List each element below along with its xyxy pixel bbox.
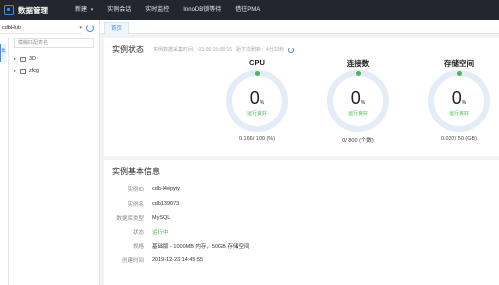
database-icon (20, 68, 26, 74)
info-row-instance-id: 实例ID cdb-l4epyiy (112, 184, 180, 194)
gauge-state: 运行良好 (347, 111, 368, 117)
info-label: 实例名 (127, 202, 144, 208)
metric-title: 存储空间 (444, 59, 474, 68)
database-tree: ▸ 3D ▸ zfcg (14, 53, 96, 77)
gauge-number: 0 (451, 88, 462, 108)
tree-item-label: zfcg (29, 68, 40, 74)
gauge-indicator (254, 70, 260, 76)
table-filter-input[interactable]: 模糊匹配表名 (14, 38, 94, 48)
info-row-instance-name: 实例名 cdb139073 (112, 199, 179, 209)
info-row-db-type: 数据库类型 MySQL (112, 213, 170, 223)
refresh-icon[interactable] (86, 24, 94, 32)
gauge-state: 运行良好 (246, 111, 267, 117)
metric-connections: 连接数 0% 运行良好 0/ 800 (个数) (323, 58, 393, 144)
gauge-unit: % (259, 100, 265, 106)
tabs-bar: 首页 (100, 20, 499, 34)
metric-cpu: CPU 0% 运行良好 0.166/ 100 (%) (222, 58, 292, 142)
info-row-created: 创建时间 2019-12-23 14:45:55 (112, 255, 203, 265)
refresh-countdown: 距下次刷新：4分20秒 (236, 47, 285, 53)
app-title: 数据管理 (18, 5, 48, 15)
chevron-down-icon: ▾ (79, 25, 82, 31)
info-value: cdb-l4epyiy (152, 186, 180, 192)
database-icon (20, 56, 26, 62)
collected-time: 03-06 15:08:16 (198, 46, 233, 53)
gauge-indicator (355, 70, 361, 76)
metric-usage: 0/ 800 (个数) (342, 138, 374, 144)
gauge-indicator (456, 70, 462, 76)
gauge-number: 0 (350, 88, 361, 108)
info-label: 创建时间 (121, 258, 144, 264)
top-nav-bar: 数据管理 新建 ▾ 实例会话 实时监控 InnoDB锁等待 借往PMA (0, 0, 499, 20)
instance-select[interactable]: cdbHub ▾ (0, 23, 82, 34)
collected-label: 实例数据采集时间: (153, 47, 195, 53)
info-label: 状态 (132, 230, 144, 236)
info-label: 数据库类型 (116, 216, 144, 222)
left-panel: cdbHub ▾ 集 模糊匹配表名 ▸ 3D ▸ zfcg (0, 20, 100, 285)
divider (8, 38, 9, 285)
info-value: 2019-12-23 14:45:55 (152, 257, 204, 263)
info-value: cdb139073 (152, 201, 180, 207)
gauge-value: 0% (333, 88, 383, 109)
side-tab-tables[interactable]: 集 (0, 44, 6, 62)
gauge-state: 运行良好 (448, 111, 469, 117)
info-row-status: 状态 运行中 (112, 227, 169, 237)
nav-sessions[interactable]: 实例会话 (100, 0, 138, 20)
gauge: 0% 运行良好 (226, 70, 288, 132)
tree-item-label: 3D (29, 56, 37, 62)
tree-item-3d[interactable]: ▸ 3D (14, 53, 96, 65)
info-title: 实例基本信息 (112, 167, 160, 176)
metric-usage: 0.166/ 100 (%) (238, 136, 276, 142)
metric-title: 连接数 (346, 59, 370, 68)
gauge-unit: % (461, 100, 467, 106)
gauge-unit: % (360, 100, 366, 106)
instance-status-card: 实例状态 实例数据采集时间: 03-06 15:08:16 距下次刷新：4分20… (104, 38, 499, 156)
gauge-value: 0% (232, 88, 282, 109)
brand[interactable]: 数据管理 (0, 5, 68, 16)
logo-icon (4, 5, 14, 15)
chevron-down-icon: ▾ (90, 7, 94, 13)
status-badge: 运行中 (152, 230, 169, 236)
status-title: 实例状态 (112, 45, 144, 54)
gauge-number: 0 (249, 88, 260, 108)
metric-title: CPU (249, 58, 265, 67)
nav-new[interactable]: 新建 ▾ (68, 0, 100, 20)
gauge: 0% 运行良好 (428, 70, 490, 132)
tab-home[interactable]: 首页 (104, 22, 130, 34)
info-label: 实例ID (127, 187, 144, 193)
gauge-value: 0% (434, 88, 484, 109)
instance-select-value: cdbHub (2, 25, 21, 31)
info-value: MySQL (152, 215, 171, 221)
instance-info-card: 实例基本信息 实例ID cdb-l4epyiy 实例名 cdb139073 数据… (104, 160, 499, 285)
nav-realtime-monitor[interactable]: 实时监控 (138, 0, 176, 20)
nav-pma[interactable]: 借往PMA (228, 0, 267, 20)
nav-new-label: 新建 (75, 7, 88, 13)
metric-usage: 0.037/ 50 (GB) (440, 136, 478, 142)
nav-innodb-lock-wait[interactable]: InnoDB锁等待 (176, 0, 228, 20)
refresh-icon[interactable] (288, 46, 295, 53)
status-meta: 实例数据采集时间: 03-06 15:08:16 距下次刷新：4分20秒 (153, 46, 295, 53)
metric-storage: 存储空间 0% 运行良好 0.037/ 50 (GB) (424, 58, 494, 142)
info-label: 规格 (132, 244, 144, 250)
info-value: 基础版 - 1000MB 内存，50GB 存储空间 (152, 244, 250, 250)
main-nav: 新建 ▾ 实例会话 实时监控 InnoDB锁等待 借往PMA (68, 0, 267, 20)
tree-item-zfcg[interactable]: ▸ zfcg (14, 65, 96, 77)
info-row-spec: 规格 基础版 - 1000MB 内存，50GB 存储空间 (112, 241, 250, 251)
gauge: 0% 运行良好 (327, 70, 389, 132)
